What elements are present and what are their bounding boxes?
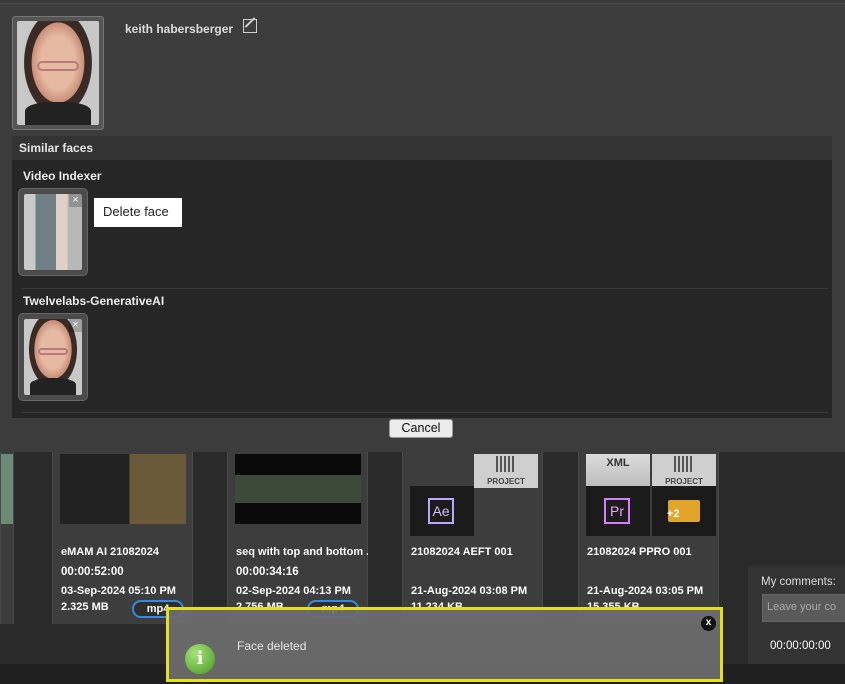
asset-name: 21082024 AEFT 001 — [411, 546, 513, 558]
similar-face-thumb[interactable]: × — [18, 313, 88, 401]
asset-date: 21-Aug-2024 03:05 PM — [587, 585, 704, 597]
avatar — [12, 16, 104, 130]
asset-card[interactable]: eMAM AI 21082024 00:00:52:00 03-Sep-2024… — [52, 452, 193, 624]
comment-input[interactable]: Leave your co — [762, 594, 845, 622]
plus-count: +2 — [667, 508, 680, 520]
delete-face-icon[interactable]: × — [69, 319, 82, 332]
asset-card[interactable]: seq with top and bottom ... 00:00:34:16 … — [227, 452, 368, 624]
asset-duration: 00:00:34:16 — [236, 566, 299, 578]
asset-thumbnail — [235, 454, 361, 524]
folder-icon: +2 — [652, 486, 716, 536]
xml-tile: XML — [586, 454, 650, 488]
asset-duration: 00:00:52:00 — [61, 566, 124, 578]
after-effects-icon: Ae — [410, 486, 474, 536]
project-tile: PROJECT — [474, 454, 538, 488]
asset-date: 21-Aug-2024 03:08 PM — [411, 585, 528, 597]
face-details-dialog: keith habersberger Similar faces Video I… — [0, 3, 845, 452]
comment-timecode: 00:00:00:00 — [770, 640, 831, 652]
info-icon: i — [185, 644, 215, 674]
asset-date: 02-Sep-2024 04:13 PM — [236, 585, 351, 597]
person-name: keith habersberger — [125, 22, 234, 36]
asset-card-partial[interactable] — [0, 452, 14, 624]
edit-icon[interactable] — [243, 19, 257, 33]
project-label: PROJECT — [665, 477, 703, 486]
asset-name: seq with top and bottom ... — [236, 546, 368, 558]
toast-notification: i Face deleted x — [166, 607, 723, 682]
project-icon — [674, 456, 694, 472]
comments-panel: My comments: Leave your co 00:00:00:00 — [748, 566, 845, 666]
project-tile: PROJECT — [652, 454, 716, 488]
close-icon[interactable]: x — [701, 616, 716, 631]
project-icon — [496, 456, 516, 472]
delete-face-tooltip: Delete face — [94, 198, 182, 227]
comments-label: My comments: — [761, 576, 836, 588]
asset-date: 03-Sep-2024 05:10 PM — [61, 585, 176, 597]
group-title-video-indexer: Video Indexer — [23, 169, 102, 183]
pr-label: Pr — [604, 498, 630, 524]
premiere-icon: Pr — [586, 486, 650, 536]
similar-faces-panel: Similar faces Video Indexer × Delete fac… — [12, 136, 832, 418]
asset-name: eMAM AI 21082024 — [61, 546, 160, 558]
asset-card[interactable]: XML PROJECT Pr +2 21082024 PPRO 001 21-A… — [578, 452, 719, 624]
cancel-button[interactable]: Cancel — [389, 419, 453, 438]
delete-face-icon[interactable]: × — [69, 194, 82, 207]
asset-thumbnail — [60, 454, 186, 524]
similar-face-thumb[interactable]: × — [18, 188, 88, 276]
divider — [22, 412, 828, 413]
face-image — [17, 21, 99, 125]
similar-faces-header: Similar faces — [12, 136, 832, 160]
asset-size: 2.325 MB — [61, 601, 109, 613]
ae-label: Ae — [428, 498, 454, 524]
asset-thumbnail — [1, 454, 13, 524]
divider — [22, 288, 828, 289]
asset-name: 21082024 PPRO 001 — [587, 546, 692, 558]
group-title-twelvelabs: Twelvelabs-GenerativeAI — [23, 294, 165, 308]
asset-card[interactable]: PROJECT Ae 21082024 AEFT 001 21-Aug-2024… — [402, 452, 543, 624]
project-label: PROJECT — [487, 477, 525, 486]
page: { "profile": { "name": "keith habersberg… — [0, 0, 845, 684]
toast-message: Face deleted — [237, 639, 307, 653]
